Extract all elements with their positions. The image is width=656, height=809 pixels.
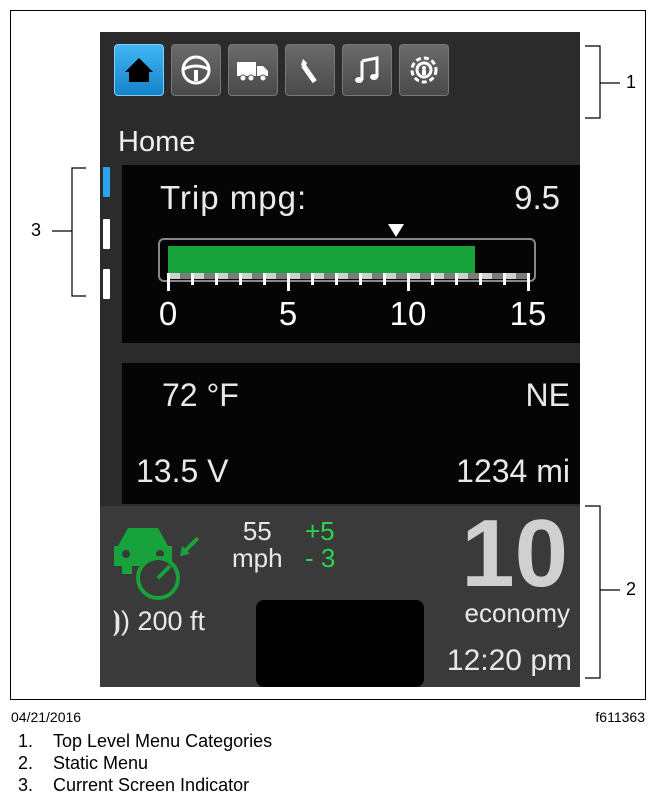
callout-2: 2 (626, 579, 637, 599)
legend-item: 1. Top Level Menu Categories (18, 731, 273, 751)
callout-3: 3 (31, 220, 42, 240)
callout-lines (52, 45, 620, 679)
figure-code: f611363 (595, 709, 645, 725)
figure-date: 04/21/2016 (11, 709, 82, 725)
legend-item: 3. Current Screen Indicator (18, 775, 250, 795)
callout-1: 1 (626, 72, 637, 92)
legend: 1. Top Level Menu Categories 2. Static M… (18, 730, 272, 796)
legend-item: 2. Static Menu (18, 753, 149, 773)
